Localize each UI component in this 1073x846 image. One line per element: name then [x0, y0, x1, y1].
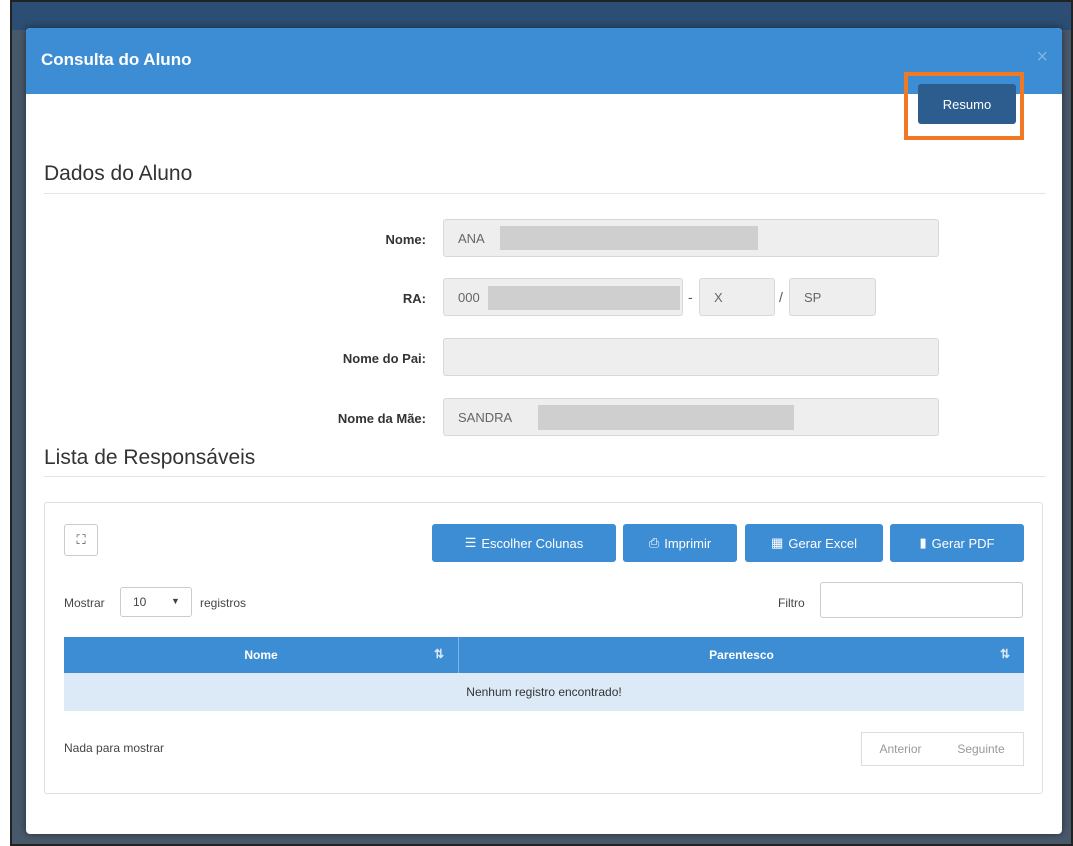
- section-divider: [44, 476, 1046, 477]
- nome-mae-value: SANDRA: [458, 409, 513, 425]
- modal-title: Consulta do Aluno: [41, 50, 192, 69]
- previous-page-button[interactable]: Anterior: [861, 732, 940, 766]
- expand-icon: ⛶: [76, 532, 86, 547]
- mostrar-label: Mostrar: [64, 596, 105, 610]
- expand-button[interactable]: ⛶: [64, 524, 98, 556]
- nome-mae-label: Nome da Mãe:: [337, 411, 426, 426]
- gerar-excel-button[interactable]: ▦ Gerar Excel: [745, 524, 883, 562]
- escolher-colunas-label: Escolher Colunas: [481, 535, 584, 551]
- redacted-block: [538, 405, 794, 430]
- list-icon: ☰: [464, 535, 477, 550]
- page-size-select[interactable]: 10 ▼: [120, 587, 192, 617]
- escolher-colunas-button[interactable]: ☰ Escolher Colunas: [432, 524, 616, 562]
- gerar-pdf-button[interactable]: ▮ Gerar PDF: [890, 524, 1024, 562]
- column-header-nome[interactable]: Nome: [64, 637, 458, 673]
- gerar-excel-label: Gerar Excel: [788, 535, 857, 551]
- gerar-pdf-label: Gerar PDF: [931, 535, 995, 551]
- nome-pai-label: Nome do Pai:: [342, 351, 426, 366]
- close-icon[interactable]: ×: [1036, 46, 1048, 69]
- page-size-value: 10: [133, 595, 147, 609]
- ra-uf-field: SP: [789, 278, 876, 316]
- file-icon: ▮: [919, 535, 927, 550]
- ra-value: 000: [458, 289, 480, 305]
- section-divider: [44, 193, 1046, 194]
- imprimir-button[interactable]: ⎙ Imprimir: [623, 524, 737, 562]
- section-title-responsaveis: Lista de Responsáveis: [44, 446, 256, 469]
- nome-pai-field: [443, 338, 939, 376]
- ra-uf-value: SP: [804, 289, 822, 305]
- ra-digit-value: X: [714, 289, 723, 305]
- ra-digit-field: X: [699, 278, 775, 316]
- sort-icon[interactable]: ⇅: [1000, 647, 1010, 661]
- imprimir-label: Imprimir: [664, 535, 712, 551]
- redacted-block: [488, 286, 680, 310]
- section-title-dados-aluno: Dados do Aluno: [44, 162, 193, 185]
- table-header: Nome ⇅ Parentesco ⇅: [64, 637, 1024, 673]
- next-page-button[interactable]: Seguinte: [939, 732, 1024, 766]
- ra-label: RA:: [402, 291, 426, 306]
- redacted-block: [500, 226, 758, 250]
- caret-down-icon: ▼: [171, 596, 180, 606]
- filtro-label: Filtro: [778, 596, 805, 610]
- print-icon: ⎙: [648, 535, 660, 550]
- ra-dash-separator: -: [688, 289, 693, 305]
- ra-slash-separator: /: [779, 289, 783, 305]
- sort-asc-icon[interactable]: ⇅: [434, 647, 444, 661]
- nome-value: ANA: [458, 230, 485, 246]
- table-info: Nada para mostrar: [64, 741, 165, 755]
- column-parentesco-label: Parentesco: [709, 648, 774, 662]
- column-nome-label: Nome: [244, 648, 278, 662]
- nome-label: Nome:: [385, 232, 426, 247]
- column-header-parentesco[interactable]: Parentesco: [459, 637, 1024, 673]
- table-row: Nenhum registro encontrado!: [64, 673, 1024, 711]
- resumo-button[interactable]: Resumo: [918, 84, 1016, 124]
- table-icon: ▦: [771, 535, 784, 550]
- filtro-input[interactable]: [820, 582, 1023, 618]
- registros-label: registros: [200, 596, 247, 610]
